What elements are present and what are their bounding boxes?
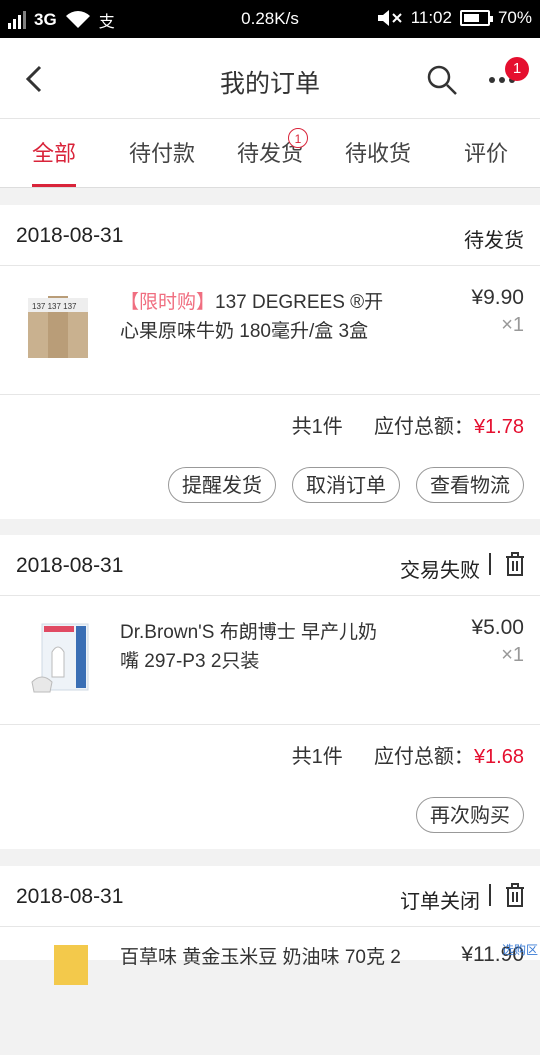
view-logistics-button[interactable]: 查看物流 [416, 467, 524, 503]
order-tabs: 全部 待付款 待发货 1 待收货 评价 [0, 119, 540, 188]
product-qty: ×1 [501, 644, 524, 666]
order-date: 2018-08-31 [16, 885, 124, 908]
tab-pending-shipment[interactable]: 待发货 1 [216, 119, 324, 187]
mute-icon [377, 10, 402, 26]
order-date: 2018-08-31 [16, 554, 124, 577]
cancel-order-button[interactable]: 取消订单 [292, 467, 400, 503]
total-label: 应付总额： [373, 416, 474, 438]
clock: 11:02 [410, 8, 452, 27]
status-bar: 3G 支 0.28K/s 11:02 70% [0, 0, 540, 38]
order-card[interactable]: 2018-08-31 待发货 137 137 137 【限时购】137 DEGR… [0, 205, 540, 519]
buy-again-button[interactable]: 再次购买 [416, 797, 524, 833]
product-name: Dr.Brown'S 布朗博士 早产儿奶嘴 297-P3 2只装 [120, 622, 377, 672]
svg-text:137 137 137: 137 137 137 [32, 302, 77, 311]
product-row[interactable]: 137 137 137 【限时购】137 DEGREES ®开心果原味牛奶 18… [0, 266, 540, 395]
tab-badge: 1 [288, 128, 308, 148]
page-title: 我的订单 [219, 70, 320, 98]
item-count: 共1件 [291, 416, 343, 438]
watermark: 选购区 [501, 943, 538, 957]
item-count: 共1件 [291, 746, 343, 768]
tab-pending-receipt[interactable]: 待收货 [324, 119, 432, 187]
product-row[interactable]: Dr.Brown'S 布朗博士 早产儿奶嘴 297-P3 2只装 ¥5.00 ×… [0, 596, 540, 725]
order-card[interactable]: 2018-08-31 交易失败 Dr.Brown'S 布朗博士 早产儿奶嘴 29… [0, 535, 540, 849]
battery-percent: 70% [497, 8, 532, 27]
product-image: 137 137 137 [28, 296, 88, 358]
remind-shipment-button[interactable]: 提醒发货 [168, 467, 276, 503]
product-qty: ×1 [501, 314, 524, 336]
product-price: ¥9.90 [471, 286, 524, 309]
total-label: 应付总额： [373, 746, 474, 768]
order-summary: 共1件 应付总额：¥1.78 [292, 410, 524, 439]
tab-review[interactable]: 评价 [432, 119, 540, 187]
divider [489, 884, 491, 906]
product-price: ¥5.00 [471, 616, 524, 639]
order-date: 2018-08-31 [16, 224, 124, 247]
product-image [54, 945, 88, 985]
search-icon[interactable] [426, 64, 458, 96]
order-card[interactable]: 2018-08-31 订单关闭 百草味 黄金玉米豆 奶油味 70克 2 ¥11.… [0, 866, 540, 985]
tab-pending-payment[interactable]: 待付款 [108, 119, 216, 187]
order-status: 订单关闭 [400, 891, 480, 913]
tab-all[interactable]: 全部 [0, 119, 108, 187]
app-header: 我的订单 [0, 38, 540, 119]
order-summary: 共1件 应付总额：¥1.68 [292, 740, 524, 769]
more-badge: 1 [505, 57, 529, 81]
trash-icon[interactable] [504, 551, 526, 577]
product-image [31, 623, 89, 693]
trash-icon[interactable] [504, 882, 526, 908]
battery-icon [459, 10, 493, 26]
order-status: 交易失败 [400, 560, 480, 582]
order-status: 待发货 [464, 230, 524, 252]
product-row[interactable]: 百草味 黄金玉米豆 奶油味 70克 2 ¥11.90 [0, 927, 540, 1055]
total-amount: ¥1.78 [473, 416, 524, 438]
total-amount: ¥1.68 [473, 746, 524, 768]
product-name: 百草味 黄金玉米豆 奶油味 70克 2 [120, 947, 401, 968]
divider [489, 553, 491, 575]
promo-tag: 【限时购】 [120, 292, 216, 313]
